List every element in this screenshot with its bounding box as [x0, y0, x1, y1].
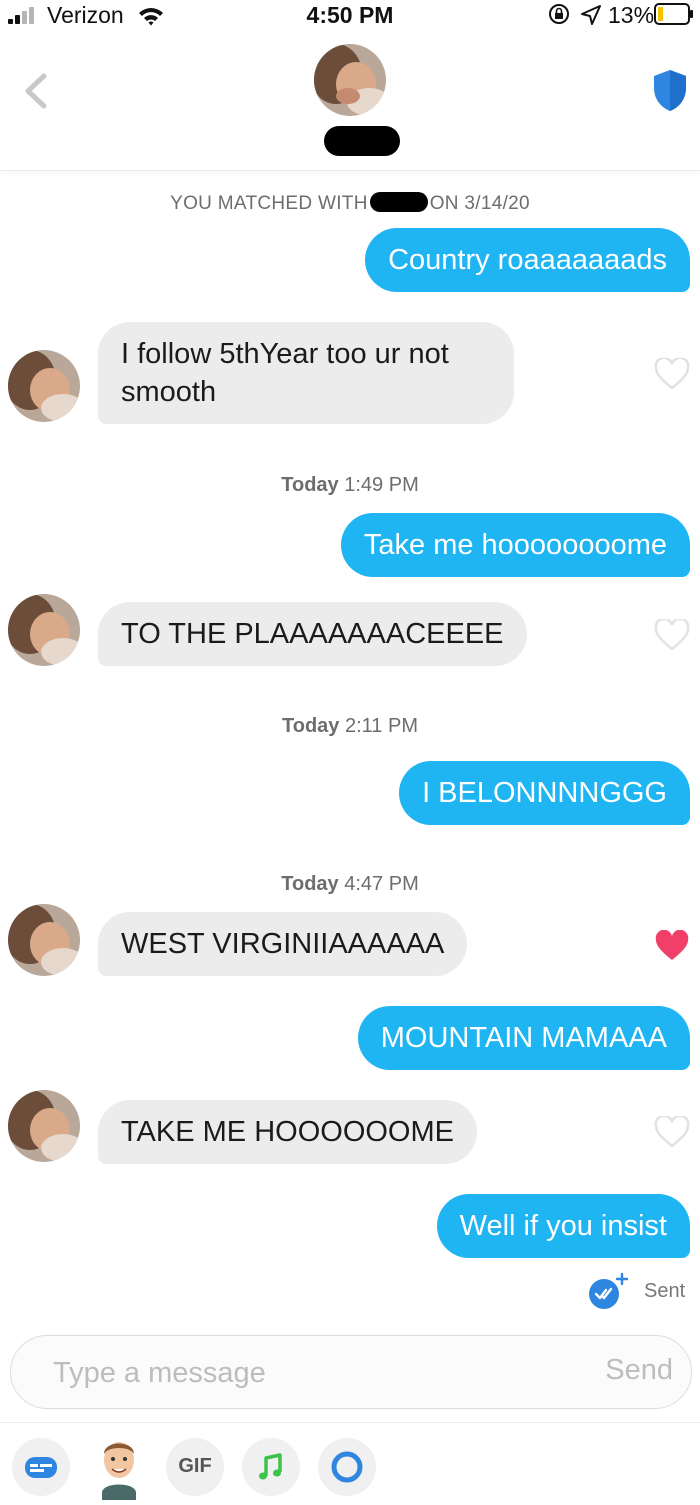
timestamp-time: 1:49 PM [344, 474, 419, 496]
message-input[interactable] [51, 1352, 535, 1394]
cell-signal-icon [8, 6, 42, 24]
match-date-banner: YOU MATCHED WITH ON 3/14/20 [0, 192, 700, 215]
redacted-name [369, 192, 428, 212]
redacted-match-name [324, 126, 400, 156]
music-button[interactable] [242, 1438, 300, 1496]
heart-outline-icon[interactable] [654, 358, 690, 390]
heart-outline-icon[interactable] [654, 619, 690, 651]
timestamp: Today 2:11 PM [0, 715, 700, 738]
music-note-icon [259, 1453, 282, 1480]
message-bubble-outgoing[interactable]: Take me hoooooooome [340, 513, 690, 577]
timestamp-day: Today [282, 715, 340, 737]
message-bubble-incoming[interactable]: WEST VIRGINIIAAAAAA [98, 912, 468, 976]
battery-percentage: 13% [608, 2, 655, 28]
message-bubble-incoming[interactable]: TAKE ME HOOOOOOME [98, 1100, 477, 1164]
message-bubble-incoming[interactable]: I follow 5thYear too ur not smooth [98, 322, 514, 424]
attachment-toolbar: GIF [0, 1430, 700, 1503]
message-bubble-incoming[interactable]: TO THE PLAAAAAAACEEEE [98, 602, 527, 666]
timestamp: Today 4:47 PM [0, 873, 700, 896]
status-bar: Verizon 4:50 PM 13% [0, 0, 700, 30]
heart-filled-icon[interactable] [654, 930, 690, 962]
tinder-card-icon [25, 1457, 57, 1478]
message-bubble-outgoing[interactable]: Well if you insist [436, 1194, 690, 1258]
gif-button[interactable]: GIF [166, 1438, 224, 1496]
message-composer: Send [10, 1335, 692, 1409]
divider [0, 1422, 700, 1423]
matched-prefix: YOU MATCHED WITH [170, 193, 368, 214]
shield-icon[interactable] [652, 68, 688, 112]
sender-avatar[interactable] [8, 1090, 80, 1162]
sent-check-icon [589, 1272, 628, 1309]
timestamp: Today 1:49 PM [0, 474, 700, 497]
sender-avatar[interactable] [8, 350, 80, 422]
gif-label: GIF [178, 1455, 212, 1477]
location-arrow-icon [581, 5, 601, 25]
bitmoji-icon [102, 1442, 136, 1500]
chat-header [0, 30, 700, 171]
send-button[interactable]: Send [605, 1354, 673, 1387]
bitmoji-button[interactable] [94, 1432, 144, 1500]
timestamp-day: Today [281, 873, 339, 895]
chevron-left-icon[interactable] [16, 70, 58, 112]
timestamp-day: Today [281, 474, 339, 496]
clock: 4:50 PM [306, 2, 394, 28]
message-bubble-outgoing[interactable]: I BELONNNNGGG [399, 761, 690, 825]
sender-avatar[interactable] [8, 904, 80, 976]
conversation[interactable]: YOU MATCHED WITH ON 3/14/20 Country roaaa… [0, 172, 700, 1322]
tinder-card-button[interactable] [12, 1438, 70, 1496]
message-bubble-outgoing[interactable]: Country roaaaaaaads [365, 228, 690, 292]
sent-status: Sent [644, 1280, 686, 1302]
sent-receipt: Sent [588, 1272, 688, 1312]
heart-outline-icon[interactable] [654, 1116, 690, 1148]
sender-avatar[interactable] [8, 594, 80, 666]
message-bubble-outgoing[interactable]: MOUNTAIN MAMAAA [357, 1006, 690, 1070]
wifi-icon [139, 8, 163, 26]
loop-icon [331, 1451, 363, 1483]
carrier-name: Verizon [47, 2, 124, 28]
timestamp-time: 2:11 PM [344, 715, 418, 737]
matched-suffix: ON 3/14/20 [429, 193, 530, 214]
battery-icon [654, 3, 693, 25]
match-avatar[interactable] [314, 44, 386, 116]
rotation-lock-icon [549, 4, 569, 24]
loop-button[interactable] [318, 1438, 376, 1496]
timestamp-time: 4:47 PM [344, 873, 419, 895]
